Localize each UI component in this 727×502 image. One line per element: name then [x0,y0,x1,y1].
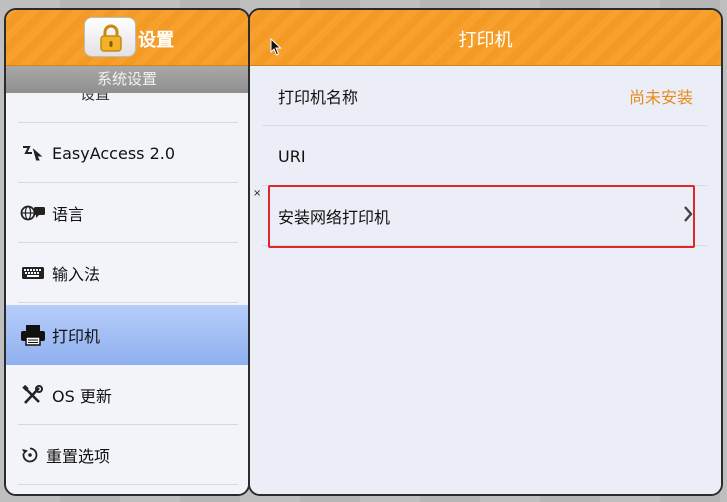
tools-icon [20,385,46,405]
sidebar-item-label: 打印机 [52,327,101,346]
settings-nav-list: 设置 EasyAccess 2.0 语言 输入法 打印机 OS 更新 重置选项 [6,93,248,494]
sidebar-item-printer[interactable]: 打印机 [6,305,248,365]
printer-panel: 打印机 打印机名称 尚未安装 URI 安装网络打印机 [248,8,723,496]
printer-header: 打印机 [250,10,721,66]
lock-button[interactable] [84,17,136,57]
page-title: 打印机 [458,30,513,51]
sidebar-item-os-update[interactable]: OS 更新 [6,365,248,425]
settings-panel: 设置 系统设置 设置 EasyAccess 2.0 语言 输入法 打印机 OS … [4,8,250,496]
sidebar-item-input-method[interactable]: 输入法 [6,243,248,303]
sidebar-item-label: 输入法 [52,265,101,284]
sidebar-item-label: 设置 [80,93,111,103]
highlight-box [268,185,695,248]
sidebar-item-label: 语言 [52,205,85,224]
sidebar-item-reset[interactable]: 重置选项 [6,425,248,485]
sidebar-item-language[interactable]: 语言 [6,183,248,243]
printer-name-value: 尚未安装 [628,88,693,107]
printer-icon [20,325,46,346]
sidebar-item-label: 重置选项 [46,447,111,466]
sidebar-item-label: OS 更新 [52,387,112,406]
settings-title: 设置 [138,30,174,51]
mouse-cursor-icon [270,38,282,56]
printer-name-row[interactable]: 打印机名称 尚未安装 [262,66,707,126]
uri-label: URI [278,146,306,166]
language-icon [20,203,46,223]
close-icon[interactable]: × [253,188,261,199]
easyaccess-icon [20,143,46,163]
section-title: 系统设置 [6,66,248,93]
sidebar-item-label: EasyAccess 2.0 [52,143,176,163]
reset-icon [20,445,40,465]
settings-header: 设置 [6,10,248,66]
printer-settings-list: 打印机名称 尚未安装 URI 安装网络打印机 [250,66,721,494]
keyboard-icon [20,263,46,283]
uri-row[interactable]: URI [262,126,707,186]
lock-icon [100,24,122,52]
sidebar-item-easyaccess[interactable]: EasyAccess 2.0 [6,123,248,183]
printer-name-label: 打印机名称 [278,88,359,107]
sidebar-item-partial[interactable]: 设置 [6,93,248,123]
